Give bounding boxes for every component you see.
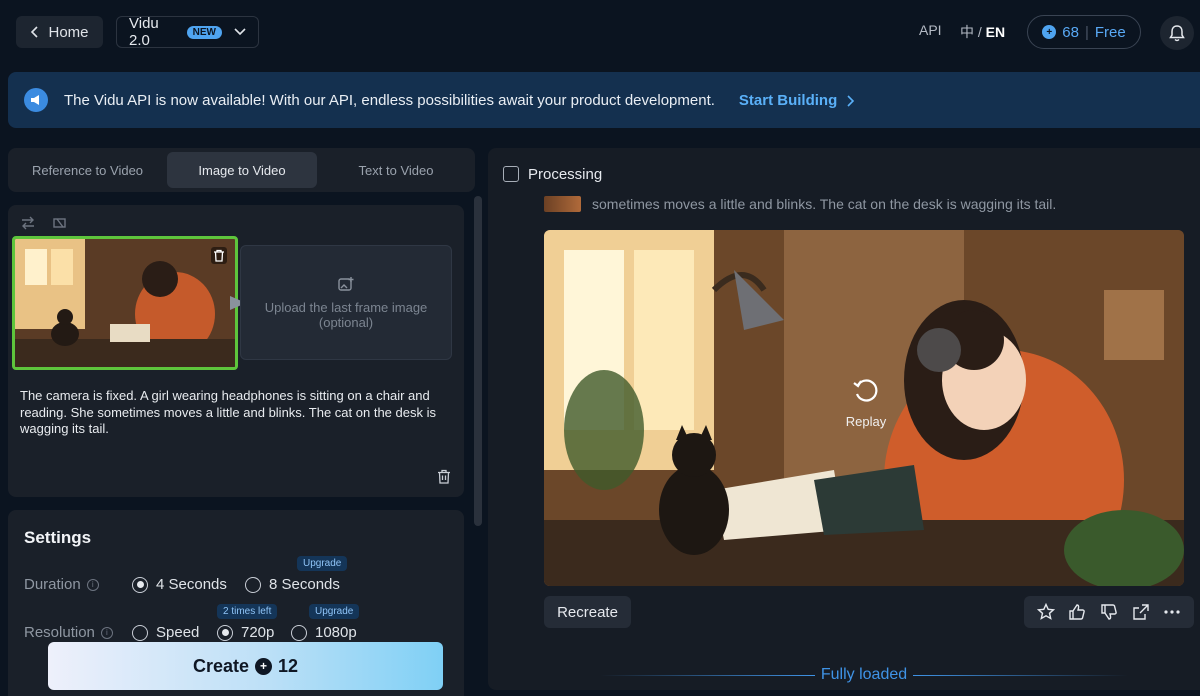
model-label: Vidu 2.0 <box>129 15 159 49</box>
banner-text: The Vidu API is now available! With our … <box>64 91 715 109</box>
chevron-left-icon <box>30 26 40 38</box>
create-button[interactable]: Create + 12 <box>48 642 443 690</box>
image-add-icon <box>337 276 355 294</box>
info-icon[interactable]: i <box>100 626 113 639</box>
tab-image-to-video[interactable]: Image to Video <box>167 152 317 188</box>
select-checkbox[interactable] <box>503 166 519 182</box>
fully-loaded-label: Fully loaded <box>820 666 908 683</box>
tab-text-to-video[interactable]: Text to Video <box>321 152 471 188</box>
lang-separator: / <box>977 24 982 40</box>
divider <box>600 674 815 676</box>
star-icon[interactable] <box>1036 603 1055 621</box>
info-icon[interactable]: i <box>86 578 99 591</box>
lang-en[interactable]: EN <box>986 24 1005 40</box>
credit-icon: + <box>1042 25 1057 39</box>
resolution-label: Resolution i <box>24 624 113 641</box>
lang-zh[interactable]: 中 <box>960 24 974 40</box>
replay-label: Replay <box>845 414 887 429</box>
create-cost: 12 <box>278 655 299 676</box>
radio-selected[interactable] <box>217 624 233 641</box>
chevron-right-icon <box>847 94 855 107</box>
thumbs-down-icon[interactable] <box>1100 603 1118 621</box>
delete-first-frame-button[interactable] <box>211 247 227 264</box>
radio-unselected[interactable] <box>291 624 307 641</box>
radio-selected[interactable] <box>132 576 148 593</box>
times-left-badge: 2 times left <box>217 604 278 619</box>
home-label: Home <box>48 23 89 41</box>
thumbs-up-icon[interactable] <box>1068 603 1086 621</box>
radio-unselected[interactable] <box>132 624 148 641</box>
trash-icon <box>214 249 224 262</box>
bell-icon <box>1169 24 1185 42</box>
tab-reference-to-video[interactable]: Reference to Video <box>12 152 163 188</box>
recreate-button[interactable]: Recreate <box>544 596 631 628</box>
megaphone-icon <box>24 88 48 112</box>
credits-badge[interactable]: + 68 | Free <box>1027 15 1141 49</box>
duration-option-8s[interactable]: 8 Seconds <box>245 576 340 593</box>
resolution-option-1080p[interactable]: 1080p <box>291 624 357 641</box>
upgrade-badge: Upgrade <box>297 556 348 571</box>
model-selector[interactable]: Vidu 2.0 NEW <box>116 15 259 49</box>
new-badge: NEW <box>186 25 222 39</box>
clear-prompt-button[interactable] <box>437 469 451 484</box>
last-frame-upload[interactable]: Upload the last frame image (optional) <box>240 245 452 360</box>
create-label: Create <box>192 655 249 676</box>
result-actions <box>1024 596 1194 628</box>
fully-loaded-indicator: Fully loaded <box>600 666 1128 684</box>
notifications-button[interactable] <box>1160 16 1194 50</box>
upgrade-badge: Upgrade <box>309 604 360 619</box>
credit-icon: + <box>255 657 272 675</box>
result-prompt: sometimes moves a little and blinks. The… <box>592 196 1057 212</box>
api-announcement-banner: The Vidu API is now available! With our … <box>8 72 1200 128</box>
duration-label: Duration i <box>24 576 99 593</box>
share-icon[interactable] <box>1132 603 1150 621</box>
credit-count: 68 <box>1062 23 1079 41</box>
first-frame-image[interactable] <box>12 236 238 370</box>
replay-button[interactable]: Replay <box>836 376 896 429</box>
start-building-link[interactable]: Start Building <box>739 92 856 109</box>
last-frame-label: Upload the last frame image (optional) <box>264 299 428 330</box>
trash-icon <box>438 469 450 484</box>
replay-icon <box>851 376 881 406</box>
language-switcher[interactable]: 中 / EN <box>960 22 1005 42</box>
prompt-text[interactable]: The camera is fixed. A girl wearing head… <box>20 388 456 438</box>
divider <box>913 674 1128 676</box>
duration-option-4s[interactable]: 4 Seconds <box>132 576 227 593</box>
crop-icon[interactable] <box>52 216 68 230</box>
api-link[interactable]: API <box>919 22 942 38</box>
chevron-down-icon <box>234 28 246 36</box>
processing-status: Processing <box>528 166 603 183</box>
settings-title: Settings <box>24 528 92 547</box>
result-mini-thumbnail <box>544 196 581 212</box>
mode-tabs: Reference to Video Image to Video Text t… <box>8 148 475 192</box>
radio-unselected[interactable] <box>245 576 261 593</box>
resolution-option-speed[interactable]: Speed <box>132 624 199 641</box>
home-button[interactable]: Home <box>16 16 103 48</box>
left-panel-scrollbar[interactable] <box>474 196 482 526</box>
more-icon[interactable] <box>1163 603 1181 621</box>
resolution-option-720p[interactable]: 720p <box>217 624 274 641</box>
plan-label: Free <box>1094 23 1126 41</box>
swap-icon[interactable] <box>20 216 36 230</box>
